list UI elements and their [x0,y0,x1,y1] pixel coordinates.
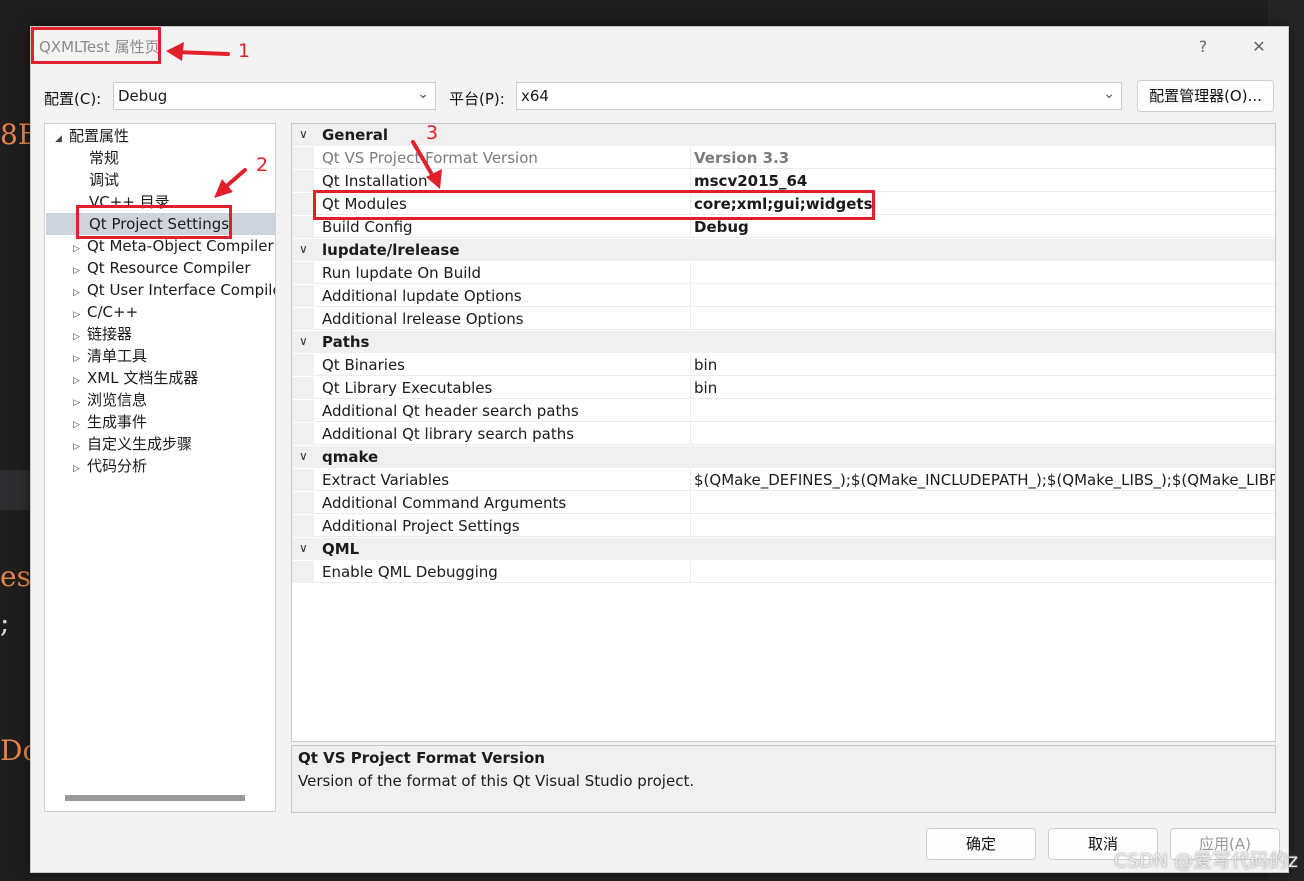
arrow-icon [174,50,230,56]
annotation-number: 3 [426,122,439,144]
arrowhead-icon [166,42,184,61]
annotation-number: 1 [238,40,251,62]
watermark: CSDN @爱写代码的z [1113,850,1298,872]
arrow-icon [411,140,436,180]
annotation-arrows [166,42,442,198]
annotation-number: 2 [256,154,269,176]
